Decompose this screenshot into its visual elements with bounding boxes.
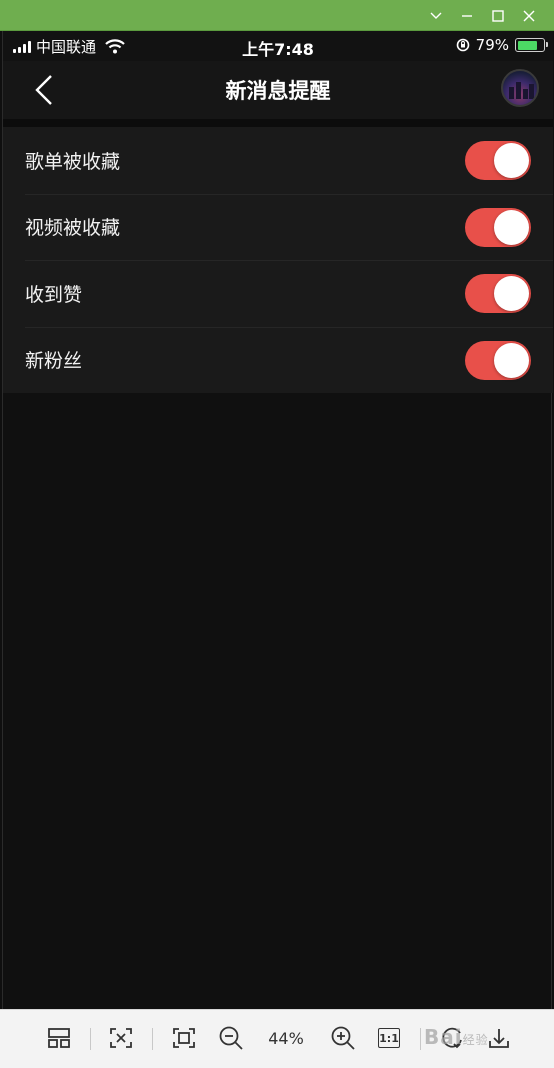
toggle-switch[interactable] (465, 340, 531, 380)
setting-label: 收到赞 (25, 283, 83, 306)
fit-icon (110, 1028, 132, 1048)
fullscreen-button[interactable] (169, 1023, 199, 1053)
zoom-out-icon (219, 1026, 243, 1050)
actual-size-label: 1:1 (378, 1028, 400, 1048)
download-icon (489, 1029, 509, 1048)
zoom-level: 44% (268, 1029, 304, 1048)
fit-window-button[interactable] (106, 1023, 136, 1053)
nav-bar: 新消息提醒 (3, 61, 553, 119)
toolbar-divider (152, 1028, 153, 1050)
rotation-lock-icon (456, 38, 470, 52)
setting-label: 新粉丝 (25, 350, 83, 373)
toolbar-divider (420, 1028, 421, 1050)
viewer-toolbar: 44% 1:1 Bai经验 (0, 1009, 554, 1068)
watermark-logo: Bai经验 (424, 1025, 489, 1049)
battery-percent: 79% (475, 36, 509, 54)
toolbar-divider (90, 1028, 91, 1050)
setting-label: 歌单被收藏 (25, 150, 121, 173)
setting-row-received-like: 收到赞 (3, 260, 553, 327)
thumbnails-button[interactable] (44, 1023, 74, 1053)
minimize-icon[interactable] (451, 6, 482, 26)
close-icon[interactable] (513, 6, 544, 26)
toggle-switch[interactable] (465, 141, 531, 180)
zoom-in-button[interactable] (328, 1023, 358, 1053)
settings-list: 歌单被收藏 视频被收藏 收到赞 新粉丝 (3, 127, 553, 393)
toggle-knob (494, 342, 529, 378)
fullscreen-icon (173, 1028, 195, 1048)
status-bar: 中国联通 上午7:48 79% (3, 31, 553, 61)
phone-screen: 中国联通 上午7:48 79% 新消息提醒 歌单被收藏 视频被收藏 收到赞 新粉… (2, 31, 553, 1009)
window-titlebar (0, 0, 554, 31)
toggle-knob (494, 143, 529, 178)
chevron-down-icon[interactable] (420, 6, 451, 26)
section-gap (3, 119, 553, 127)
toggle-knob (494, 209, 529, 245)
actual-size-button[interactable]: 1:1 (374, 1023, 404, 1053)
toggle-switch[interactable] (465, 207, 531, 247)
status-right: 79% (456, 36, 548, 54)
zoom-out-button[interactable] (216, 1023, 246, 1053)
battery-icon (515, 38, 548, 52)
maximize-icon[interactable] (482, 6, 513, 26)
layout-icon (48, 1028, 70, 1048)
watermark-text: Bai (424, 1025, 463, 1049)
page-title: 新消息提醒 (225, 79, 331, 103)
setting-row-playlist-collected: 歌单被收藏 (3, 127, 553, 194)
battery-fill (517, 40, 538, 50)
toggle-knob (494, 276, 529, 311)
zoom-in-icon (331, 1026, 355, 1050)
toggle-switch[interactable] (465, 274, 531, 313)
avatar[interactable] (501, 69, 539, 107)
setting-row-video-collected: 视频被收藏 (3, 193, 553, 261)
window-controls (420, 6, 544, 26)
setting-label: 视频被收藏 (25, 217, 121, 240)
setting-row-new-follower: 新粉丝 (3, 326, 553, 394)
